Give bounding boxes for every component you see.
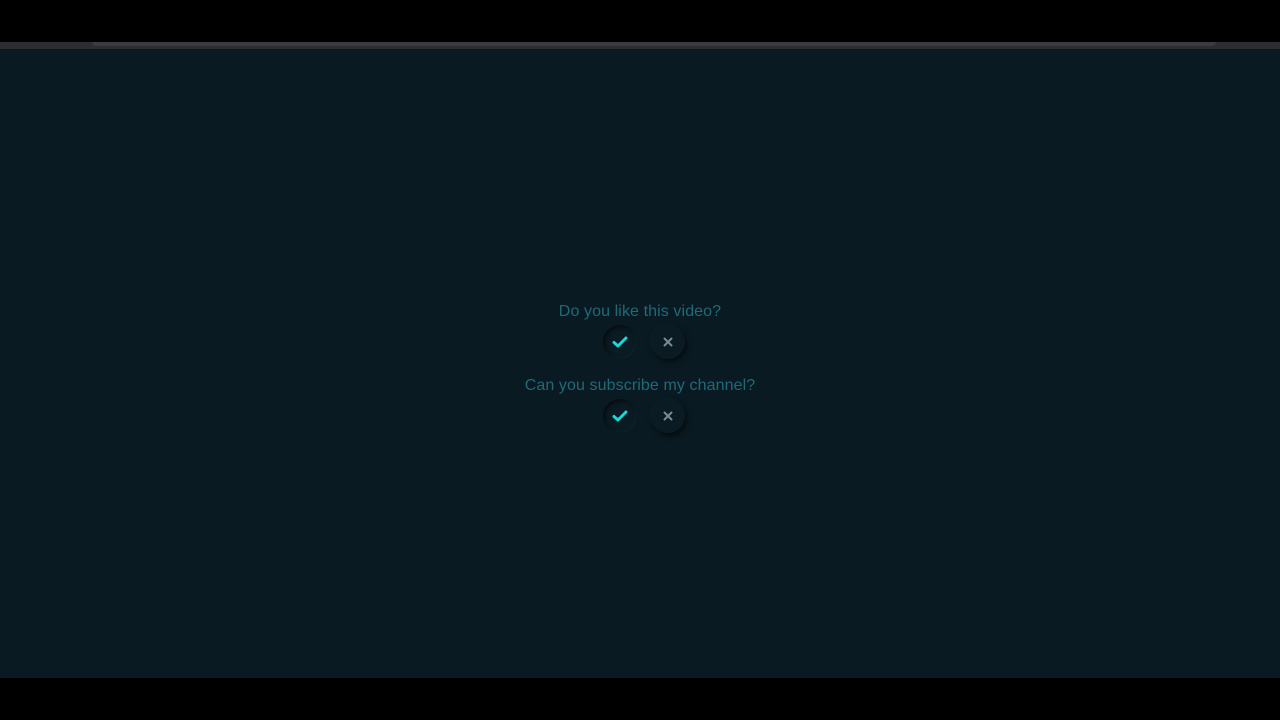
question-1-label: Do you like this video? (558, 303, 722, 320)
question-2-no-button[interactable] (651, 399, 685, 433)
close-icon (663, 411, 673, 421)
close-icon (663, 337, 673, 347)
question-1-no-button[interactable] (651, 325, 685, 359)
check-icon (612, 410, 628, 422)
check-icon (612, 336, 628, 348)
question-2-label: Can you subscribe my channel? (524, 377, 756, 394)
address-bar-edge (92, 42, 1216, 46)
page-viewport (0, 49, 1280, 678)
question-1-yes-button[interactable] (603, 325, 637, 359)
letterbox-bottom (0, 678, 1280, 720)
question-2-yes-button[interactable] (603, 399, 637, 433)
browser-chrome-strip (0, 42, 1280, 49)
letterbox-top (0, 0, 1280, 42)
